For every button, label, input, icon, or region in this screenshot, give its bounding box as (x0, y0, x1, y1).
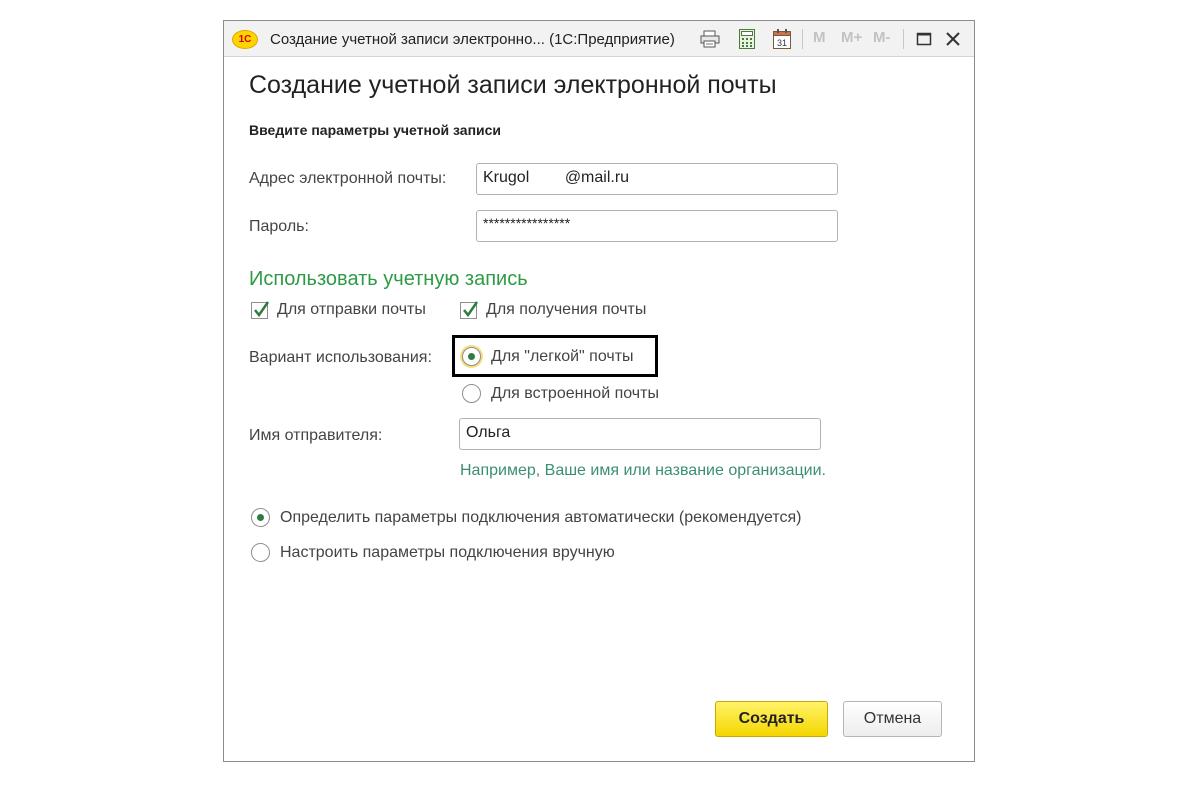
app-logo-icon: 1С (232, 30, 258, 49)
radio-circle[interactable] (462, 384, 481, 403)
radio-auto-connection-label: Определить параметры подключения автомат… (280, 508, 802, 526)
sender-name-field[interactable]: Ольга (459, 418, 821, 450)
radio-builtin-mail[interactable]: Для встроенной почты (462, 384, 659, 403)
calendar-icon[interactable]: 31 (773, 29, 791, 49)
toolbar-separator (903, 29, 904, 49)
receive-mail-label: Для получения почты (486, 301, 647, 318)
radio-circle[interactable] (251, 508, 270, 527)
section-subheading: Введите параметры учетной записи (249, 122, 502, 138)
radio-auto-connection[interactable]: Определить параметры подключения автомат… (251, 508, 802, 527)
radio-builtin-mail-label: Для встроенной почты (491, 384, 659, 402)
checkbox-box[interactable] (460, 300, 479, 319)
memory-minus-button[interactable]: M- (873, 29, 891, 46)
radio-light-mail[interactable]: Для "легкой" почты (462, 347, 634, 366)
calculator-icon[interactable] (739, 29, 755, 49)
radio-manual-connection-label: Настроить параметры подключения вручную (280, 543, 615, 561)
email-field[interactable]: Krugol @mail.ru (476, 163, 838, 195)
checkmark-icon (463, 300, 479, 317)
print-icon[interactable] (700, 29, 720, 49)
page-title: Создание учетной записи электронной почт… (249, 71, 777, 99)
checkbox-box[interactable] (251, 300, 270, 319)
svg-text:31: 31 (777, 38, 787, 48)
memory-plus-button[interactable]: M+ (841, 29, 862, 46)
sender-name-label: Имя отправителя: (249, 427, 383, 444)
send-mail-checkbox[interactable]: Для отправки почты (251, 300, 426, 319)
title-bar[interactable]: 1С Создание учетной записи электронно...… (224, 21, 974, 57)
use-account-group-title: Использовать учетную запись (249, 268, 528, 290)
create-button[interactable]: Создать (715, 701, 828, 737)
usage-variant-label: Вариант использования: (249, 349, 432, 366)
send-mail-label: Для отправки почты (277, 301, 426, 318)
sender-name-hint: Например, Ваше имя или название организа… (460, 462, 826, 479)
memory-button[interactable]: M (813, 29, 826, 46)
close-icon[interactable] (945, 29, 961, 49)
receive-mail-checkbox[interactable]: Для получения почты (460, 300, 647, 319)
radio-circle[interactable] (251, 543, 270, 562)
password-field[interactable]: **************** (476, 210, 838, 242)
toolbar-separator (802, 29, 803, 49)
radio-manual-connection[interactable]: Настроить параметры подключения вручную (251, 543, 615, 562)
cancel-button[interactable]: Отмена (843, 701, 942, 737)
maximize-icon[interactable] (916, 29, 932, 49)
radio-dot (468, 353, 475, 360)
email-label: Адрес электронной почты: (249, 170, 447, 187)
radio-light-mail-label: Для "легкой" почты (491, 347, 634, 365)
password-label: Пароль: (249, 218, 309, 235)
radio-circle[interactable] (462, 347, 481, 366)
dialog-window: 1С Создание учетной записи электронно...… (223, 20, 975, 762)
radio-dot (257, 514, 264, 521)
checkmark-icon (254, 300, 270, 317)
window-title: Создание учетной записи электронно... (1… (270, 31, 675, 48)
